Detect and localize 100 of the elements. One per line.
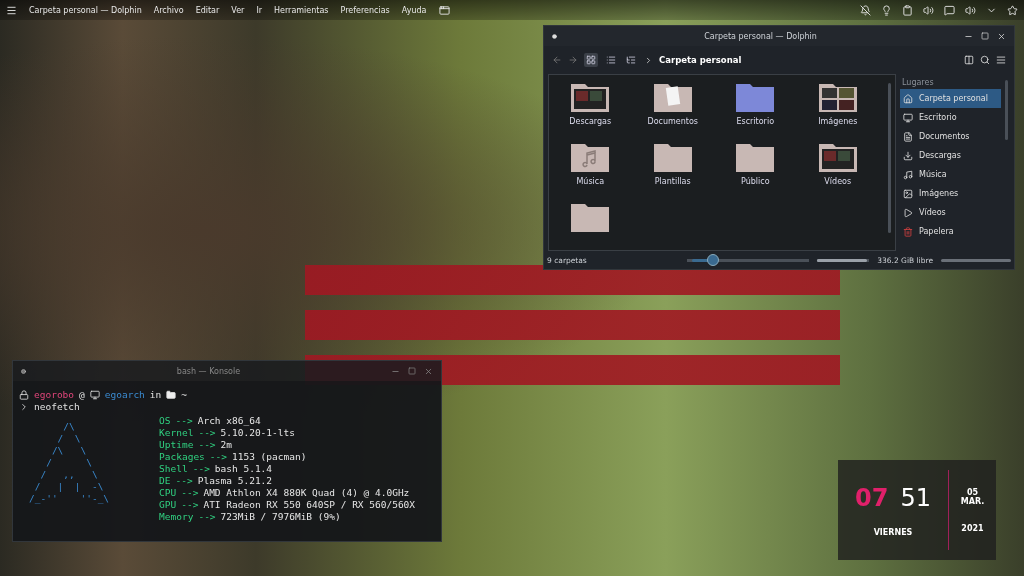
- sidebar-item[interactable]: Documentos: [900, 127, 1001, 146]
- sidebar-item[interactable]: Escritorio: [900, 108, 1001, 127]
- notification-icon[interactable]: [860, 4, 871, 16]
- menu-item[interactable]: Ir: [256, 5, 263, 15]
- user-name: egorobo: [34, 389, 75, 401]
- clipboard-icon[interactable]: [902, 4, 913, 16]
- clock-hour: 07: [855, 483, 889, 512]
- menu-item[interactable]: Ver: [231, 5, 245, 15]
- window-title: bash — Konsole: [175, 366, 242, 376]
- view-mode-button[interactable]: [624, 53, 638, 67]
- info-value: 2m: [220, 439, 233, 451]
- year-text: 2021: [961, 523, 984, 533]
- window-icon[interactable]: [438, 4, 450, 16]
- chevron-icon: [644, 55, 653, 65]
- scrollbar[interactable]: [1005, 80, 1008, 140]
- photo-folder-icon: [570, 81, 611, 113]
- forward-icon[interactable]: [568, 55, 578, 65]
- trash-icon: [903, 226, 913, 237]
- info-value: 723MiB / 7976MiB (9%): [220, 511, 341, 523]
- desktop-folder-icon: [735, 81, 776, 113]
- info-key: DE: [159, 475, 171, 487]
- folder-icon: [166, 390, 177, 400]
- scrollbar[interactable]: [888, 83, 891, 233]
- file-name[interactable]: Plantillas: [654, 177, 691, 186]
- section-title: Lugares: [901, 77, 935, 89]
- music-icon: [903, 169, 913, 180]
- arrow-text: -->: [175, 475, 193, 487]
- download-icon: [903, 150, 913, 161]
- volume-icon[interactable]: [923, 4, 934, 16]
- slider-thumb[interactable]: [706, 254, 719, 266]
- info-key: Packages: [159, 451, 205, 463]
- close-icon[interactable]: [997, 31, 1006, 41]
- menu-item[interactable]: Editar: [195, 5, 220, 15]
- command-text: neofetch: [34, 401, 80, 413]
- image-icon: [903, 188, 913, 199]
- home-icon: [903, 93, 913, 104]
- host-name: egoarch: [104, 389, 145, 401]
- file-name[interactable]: Vídeos: [824, 177, 852, 186]
- file-name[interactable]: Música: [576, 177, 605, 186]
- arrow-text: -->: [192, 463, 210, 475]
- sidebar-item[interactable]: Imágenes: [900, 184, 1001, 203]
- sidebar-item[interactable]: Vídeos: [900, 203, 1001, 222]
- prompt-icon: [19, 402, 29, 412]
- window-title: Carpeta personal — Dolphin: [29, 5, 142, 15]
- sidebar-item[interactable]: Descargas: [900, 146, 1001, 165]
- close-icon[interactable]: [424, 366, 433, 376]
- sidebar-item[interactable]: Música: [900, 165, 1001, 184]
- sidebar-item[interactable]: Carpeta personal: [900, 89, 1001, 108]
- menu-item[interactable]: Ayuda: [401, 5, 427, 15]
- clock-minute: 51: [900, 483, 931, 512]
- folder-icon: [735, 141, 776, 173]
- document-folder-icon: [652, 81, 693, 113]
- star-icon[interactable]: [1007, 4, 1018, 16]
- path-text: ~: [181, 389, 187, 401]
- arrow-text: -->: [198, 427, 216, 439]
- back-icon[interactable]: [552, 55, 562, 65]
- info-key: Shell: [159, 463, 188, 475]
- video-icon: [903, 207, 913, 218]
- desktop-icon: [903, 112, 913, 123]
- info-key: Uptime: [159, 439, 194, 451]
- view-mode-button[interactable]: [584, 53, 598, 67]
- info-key: CPU: [159, 487, 177, 499]
- window-menu-icon[interactable]: [21, 368, 26, 374]
- file-name[interactable]: Imágenes: [818, 117, 858, 126]
- info-value: ATI Radeon RX 550 640SP / RX 560/560X: [203, 499, 416, 511]
- folder-icon: [652, 141, 693, 173]
- arrow-text: -->: [198, 439, 216, 451]
- volume-icon[interactable]: [965, 4, 976, 16]
- info-key: Kernel: [159, 427, 194, 439]
- file-name[interactable]: Público: [740, 177, 770, 186]
- split-icon[interactable]: [964, 55, 974, 65]
- menu-icon[interactable]: [6, 4, 17, 16]
- info-value: Plasma 5.21.2: [197, 475, 273, 487]
- lock-icon: [19, 390, 29, 400]
- document-icon: [903, 131, 913, 142]
- chat-icon[interactable]: [944, 4, 955, 16]
- prompt-text: in: [149, 389, 162, 401]
- menu-item[interactable]: Preferencias: [340, 5, 390, 15]
- file-name[interactable]: Descargas: [569, 117, 612, 126]
- folder-icon: [570, 201, 611, 233]
- arrow-text: -->: [198, 511, 216, 523]
- file-name[interactable]: Documentos: [647, 117, 698, 126]
- lightbulb-icon[interactable]: [881, 4, 892, 16]
- arrow-text: -->: [209, 451, 227, 463]
- file-name[interactable]: Escritorio: [736, 117, 775, 126]
- arrow-text: -->: [181, 487, 199, 499]
- computer-icon: [89, 390, 100, 400]
- info-value: Arch x86_64: [197, 415, 261, 427]
- info-value: AMD Athlon X4 880K Quad (4) @ 4.0GHz: [203, 487, 410, 499]
- info-value: 1153 (pacman): [232, 451, 307, 463]
- sidebar-item[interactable]: Papelera: [900, 222, 1001, 241]
- menu-item[interactable]: Archivo: [153, 5, 184, 15]
- window-menu-icon[interactable]: [552, 33, 557, 39]
- music-folder-icon: [570, 141, 611, 173]
- search-icon[interactable]: [980, 55, 990, 65]
- scrollbar[interactable]: [941, 258, 1011, 262]
- view-mode-button[interactable]: [604, 53, 618, 67]
- menu-item[interactable]: Herramientas: [274, 5, 329, 15]
- photo-folder-icon: [817, 81, 858, 113]
- breadcrumb[interactable]: Carpeta personal: [659, 55, 742, 65]
